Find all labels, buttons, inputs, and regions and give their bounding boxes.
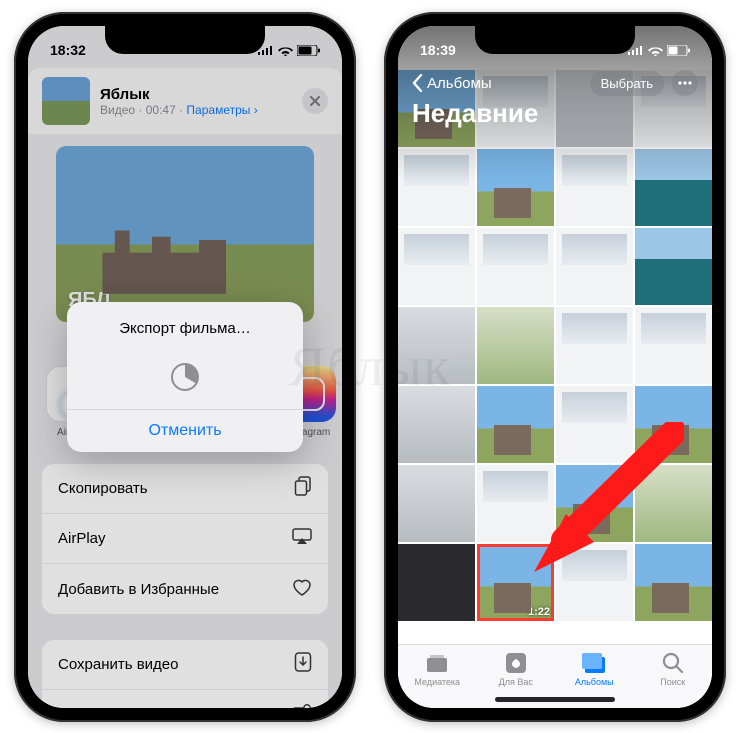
for-you-icon — [505, 652, 527, 674]
page-title: Недавние — [412, 98, 698, 129]
albums-icon — [581, 652, 607, 674]
more-button[interactable] — [672, 70, 698, 96]
photo-thumbnail[interactable] — [398, 307, 475, 384]
photo-thumbnail[interactable] — [635, 228, 712, 305]
photo-thumbnail[interactable] — [556, 228, 633, 305]
alert-title: Экспорт фильма… — [67, 302, 303, 343]
video-duration-badge: 1:22 — [528, 606, 550, 618]
export-alert: Экспорт фильма… Отменить — [67, 302, 303, 452]
photo-thumbnail[interactable] — [398, 544, 475, 621]
photo-thumbnail[interactable] — [556, 386, 633, 463]
tab-label: Медиатека — [402, 677, 472, 687]
photo-thumbnail[interactable] — [556, 465, 633, 542]
home-indicator — [495, 697, 615, 702]
photo-thumbnail[interactable] — [398, 386, 475, 463]
battery-icon — [667, 45, 690, 56]
device-notch — [105, 26, 265, 54]
tab-label: Поиск — [638, 677, 708, 687]
photo-thumbnail[interactable] — [556, 307, 633, 384]
photo-thumbnail[interactable] — [556, 544, 633, 621]
back-button[interactable]: Альбомы — [412, 74, 492, 92]
ellipsis-icon — [678, 81, 692, 85]
wifi-icon — [278, 45, 293, 56]
photo-thumbnail[interactable] — [477, 465, 554, 542]
photo-thumbnail[interactable] — [477, 386, 554, 463]
wifi-icon — [648, 45, 663, 56]
screen-left: 18:32 Яблык Видео · 00:47 · Параметры › … — [28, 26, 342, 708]
alert-progress-area — [67, 343, 303, 409]
device-notch — [475, 26, 635, 54]
photo-thumbnail-highlighted[interactable]: 1:22 — [477, 544, 554, 621]
status-right-cluster — [258, 45, 320, 56]
tab-library[interactable]: Медиатека — [402, 652, 472, 708]
chevron-left-icon — [412, 74, 423, 92]
progress-pie-icon — [171, 363, 199, 391]
alert-cancel-button[interactable]: Отменить — [67, 410, 303, 452]
tab-label: Альбомы — [559, 677, 629, 687]
photos-header: Альбомы Выбрать Недавние — [398, 66, 712, 129]
search-icon — [662, 652, 684, 674]
photo-thumbnail[interactable] — [635, 307, 712, 384]
phone-frame-right: 1:22 18:39 Альбомы Выбрать — [384, 12, 726, 722]
back-label: Альбомы — [427, 75, 492, 92]
tab-bar: Медиатека Для Вас Альбомы Поиск — [398, 644, 712, 708]
photo-thumbnail[interactable] — [398, 465, 475, 542]
tab-label: Для Вас — [481, 677, 551, 687]
status-time: 18:32 — [50, 42, 86, 58]
photo-thumbnail[interactable] — [635, 386, 712, 463]
library-icon — [425, 653, 449, 673]
photo-thumbnail[interactable] — [398, 228, 475, 305]
photo-thumbnail[interactable] — [477, 307, 554, 384]
photo-thumbnail[interactable] — [635, 465, 712, 542]
screen-right: 1:22 18:39 Альбомы Выбрать — [398, 26, 712, 708]
status-time: 18:39 — [420, 42, 456, 58]
photo-thumbnail[interactable] — [477, 228, 554, 305]
photo-thumbnail[interactable] — [635, 544, 712, 621]
status-right-cluster — [628, 45, 690, 56]
phone-frame-left: 18:32 Яблык Видео · 00:47 · Параметры › … — [14, 12, 356, 722]
battery-icon — [297, 45, 320, 56]
tab-search[interactable]: Поиск — [638, 652, 708, 708]
select-button[interactable]: Выбрать — [590, 71, 664, 96]
